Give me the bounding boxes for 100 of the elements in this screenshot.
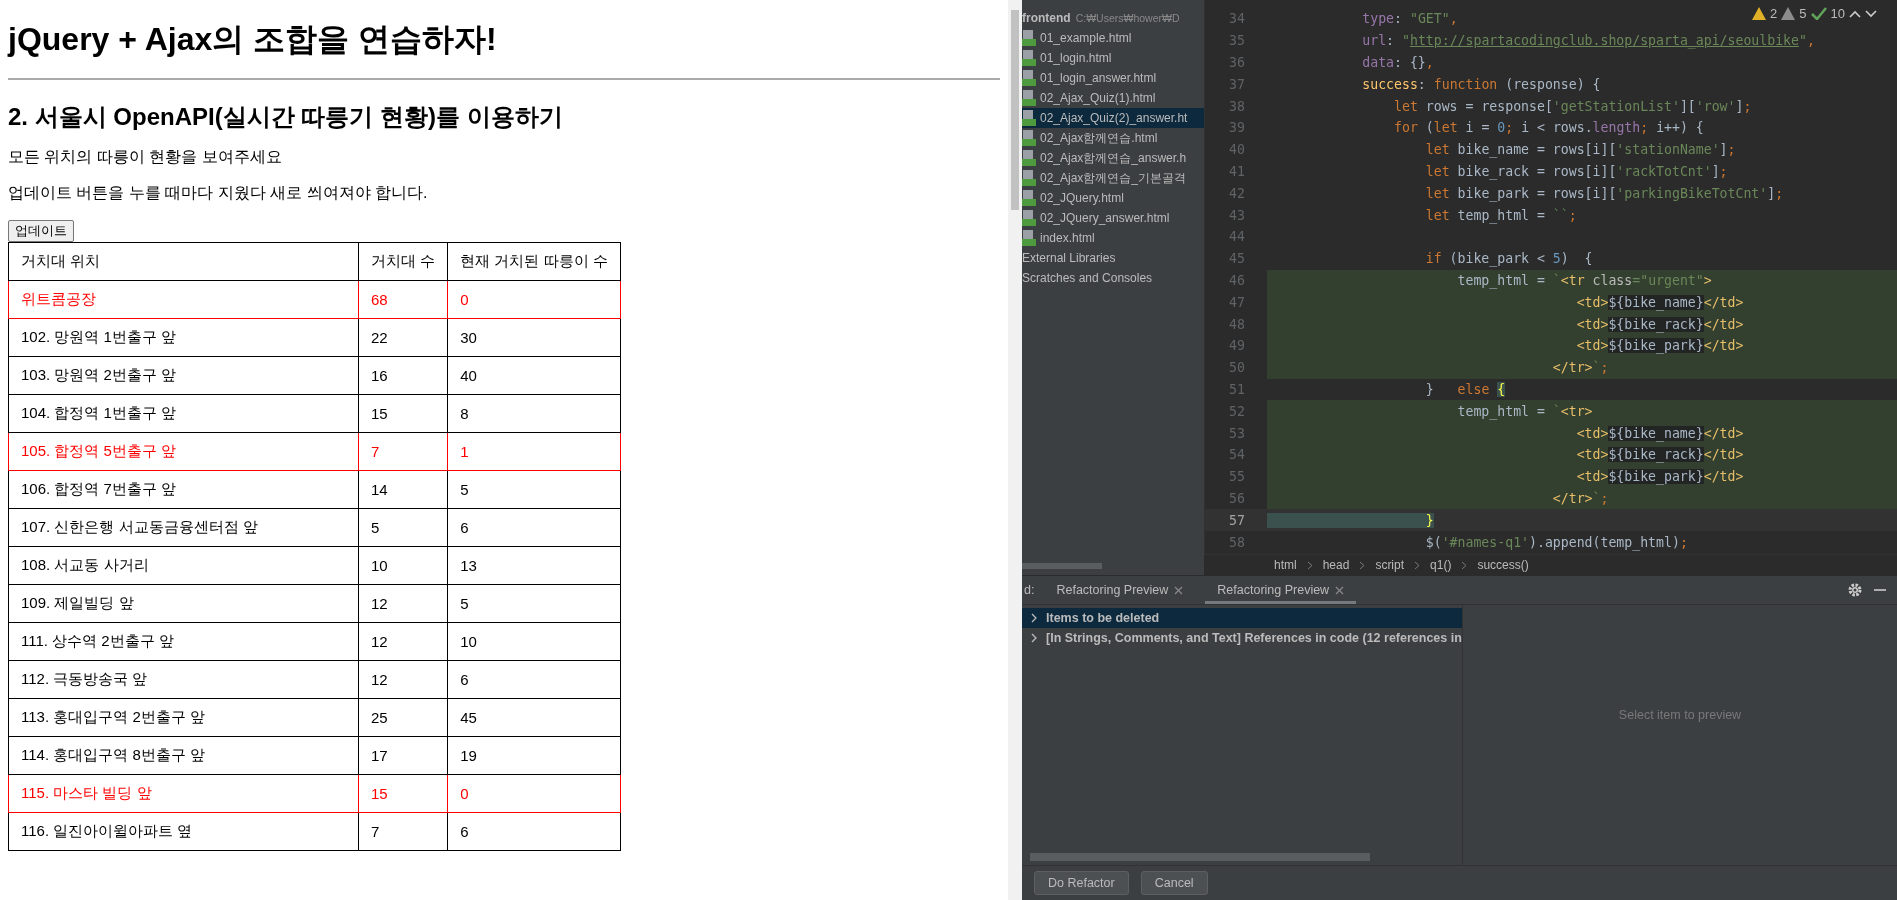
html-file-icon bbox=[1022, 210, 1036, 226]
file-item[interactable]: 01_login_answer.html bbox=[1022, 68, 1204, 88]
table-cell: 111. 상수역 2번출구 앞 bbox=[8, 622, 359, 661]
table-cell: 116. 일진아이윌아파트 옆 bbox=[8, 812, 359, 851]
line-number: 52 bbox=[1228, 403, 1245, 419]
file-item[interactable]: 01_example.html bbox=[1022, 28, 1204, 48]
chevron-right-icon bbox=[1461, 560, 1468, 570]
table-cell: 6 bbox=[447, 508, 621, 547]
line-number: 39 bbox=[1228, 120, 1245, 136]
panel-label: d: bbox=[1023, 583, 1035, 597]
weak-warning-icon bbox=[1781, 7, 1796, 20]
breadcrumb[interactable]: head bbox=[1322, 558, 1350, 572]
paragraph: 모든 위치의 따릉이 현황을 보여주세요 bbox=[8, 147, 283, 167]
tree-item[interactable]: [In Strings, Comments, and Text] References in code (12 references in bbox=[1022, 628, 1462, 648]
section-heading: 2. 서울시 OpenAPI(실시간 따릉기 현황)를 이용하기 bbox=[8, 102, 564, 132]
column-header: 현재 거치된 따릉이 수 bbox=[447, 242, 621, 281]
table-cell: 10 bbox=[358, 546, 448, 585]
close-icon[interactable] bbox=[1335, 585, 1345, 595]
file-item[interactable]: 02_Ajax_Quiz(1).html bbox=[1022, 88, 1204, 108]
line-number: 37 bbox=[1228, 76, 1245, 92]
breadcrumb[interactable]: script bbox=[1375, 558, 1405, 572]
breadcrumb[interactable]: q1() bbox=[1430, 558, 1452, 572]
dialog-button[interactable]: Cancel bbox=[1140, 871, 1208, 895]
line-number: 45 bbox=[1228, 251, 1245, 267]
file-item[interactable]: 02_Ajax함께연습_answer.h bbox=[1022, 148, 1204, 168]
table-cell: 12 bbox=[358, 584, 448, 623]
project-root[interactable]: frontend bbox=[1022, 11, 1071, 25]
table-cell: 6 bbox=[447, 660, 621, 699]
code-line: let bike_park = rows[i]['parkingBikeTotCnt']; bbox=[1424, 184, 1784, 204]
table-cell: 16 bbox=[358, 356, 448, 395]
scrollbar[interactable] bbox=[1030, 853, 1370, 861]
file-item[interactable]: 02_JQuery_answer.html bbox=[1022, 208, 1204, 228]
table-cell: 22 bbox=[358, 318, 448, 357]
tree-item[interactable]: External Libraries bbox=[1022, 248, 1204, 268]
code-line: if (bike_park < 5) { bbox=[1424, 250, 1593, 269]
line-number: 47 bbox=[1228, 294, 1245, 310]
table-cell: 1 bbox=[447, 432, 621, 471]
code-line: for (let i = 0; i < rows.length; i++) { bbox=[1393, 119, 1704, 138]
tree-item[interactable]: Scratches and Consoles bbox=[1022, 268, 1204, 288]
table-cell: 8 bbox=[447, 394, 621, 433]
table-cell: 112. 극동방송국 앞 bbox=[8, 660, 359, 699]
html-file-icon bbox=[1022, 190, 1036, 206]
close-icon[interactable] bbox=[1174, 585, 1184, 595]
table-cell: 0 bbox=[447, 280, 621, 319]
table-cell: 106. 합정역 7번출구 앞 bbox=[8, 470, 359, 509]
table-cell: 7 bbox=[358, 812, 448, 851]
code-line: data: {}, bbox=[1361, 54, 1434, 72]
breadcrumb[interactable]: html bbox=[1274, 558, 1297, 572]
table-cell: 10 bbox=[447, 622, 621, 661]
line-number: 50 bbox=[1228, 360, 1245, 376]
html-file-icon bbox=[1022, 230, 1036, 246]
paragraph: 업데이트 버튼을 누를 때마다 지웠다 새로 씌여져야 합니다. bbox=[8, 183, 429, 203]
file-item[interactable]: 02_Ajax함께연습.html bbox=[1022, 128, 1204, 148]
line-number: 42 bbox=[1228, 185, 1245, 201]
dialog-button[interactable]: Do Refactor bbox=[1034, 871, 1129, 895]
tab[interactable]: Refactoring Preview bbox=[1205, 576, 1357, 604]
line-number: 58 bbox=[1228, 534, 1245, 550]
code-line: let bike_rack = rows[i]['rackTotCnt']; bbox=[1424, 162, 1728, 182]
html-file-icon bbox=[1022, 50, 1036, 66]
chevron-up-icon[interactable] bbox=[1849, 9, 1861, 18]
html-file-icon bbox=[1022, 90, 1036, 106]
chevron-down-icon[interactable] bbox=[1865, 9, 1877, 18]
file-item[interactable]: 01_login.html bbox=[1022, 48, 1204, 68]
update-button[interactable]: 업데이트 bbox=[8, 220, 74, 242]
line-number: 34 bbox=[1228, 11, 1245, 27]
file-item[interactable]: index.html bbox=[1022, 228, 1204, 248]
table-cell: 114. 홍대입구역 8번출구 앞 bbox=[8, 736, 359, 775]
table-cell: 14 bbox=[358, 470, 448, 509]
line-number: 40 bbox=[1228, 142, 1245, 158]
tab[interactable]: Refactoring Preview bbox=[1044, 576, 1196, 604]
table-cell: 6 bbox=[447, 812, 621, 851]
code-line: let temp_html = ``; bbox=[1424, 206, 1577, 226]
line-number: 57 bbox=[1228, 512, 1245, 528]
table-cell: 위트콤공장 bbox=[8, 280, 359, 319]
line-number: 43 bbox=[1228, 207, 1245, 223]
tree-item[interactable]: Items to be deleted bbox=[1022, 608, 1462, 628]
file-item[interactable]: 02_Ajax함께연습_기본골격 bbox=[1022, 168, 1204, 188]
table-cell: 17 bbox=[358, 736, 448, 775]
page-heading: jQuery + Ajax의 조합을 연습하자! bbox=[8, 20, 498, 58]
column-header: 거치대 수 bbox=[358, 242, 448, 281]
table-cell: 12 bbox=[358, 622, 448, 661]
file-item[interactable]: 02_JQuery.html bbox=[1022, 188, 1204, 208]
table-cell: 5 bbox=[447, 584, 621, 623]
settings-icon[interactable] bbox=[1847, 582, 1863, 598]
chevron-right-icon bbox=[1359, 560, 1366, 570]
table-cell: 109. 제일빌딩 앞 bbox=[8, 584, 359, 623]
line-number: 53 bbox=[1228, 425, 1245, 441]
line-number: 46 bbox=[1228, 272, 1245, 288]
inspection-widget[interactable]: 2 5 10 bbox=[1752, 6, 1877, 21]
breadcrumb[interactable]: success() bbox=[1477, 558, 1529, 572]
table-cell: 30 bbox=[447, 318, 621, 357]
table-cell: 104. 합정역 1번출구 앞 bbox=[8, 394, 359, 433]
line-number: 35 bbox=[1228, 33, 1245, 49]
warning-icon bbox=[1752, 7, 1767, 20]
table-cell: 12 bbox=[358, 660, 448, 699]
scrollbar[interactable] bbox=[1022, 563, 1102, 569]
file-item[interactable]: 02_Ajax_Quiz(2)_answer.ht bbox=[1022, 108, 1204, 128]
scrollbar[interactable] bbox=[1008, 0, 1022, 900]
table-cell: 40 bbox=[447, 356, 621, 395]
table-cell: 107. 신한은행 서교동금융센터점 앞 bbox=[8, 508, 359, 547]
